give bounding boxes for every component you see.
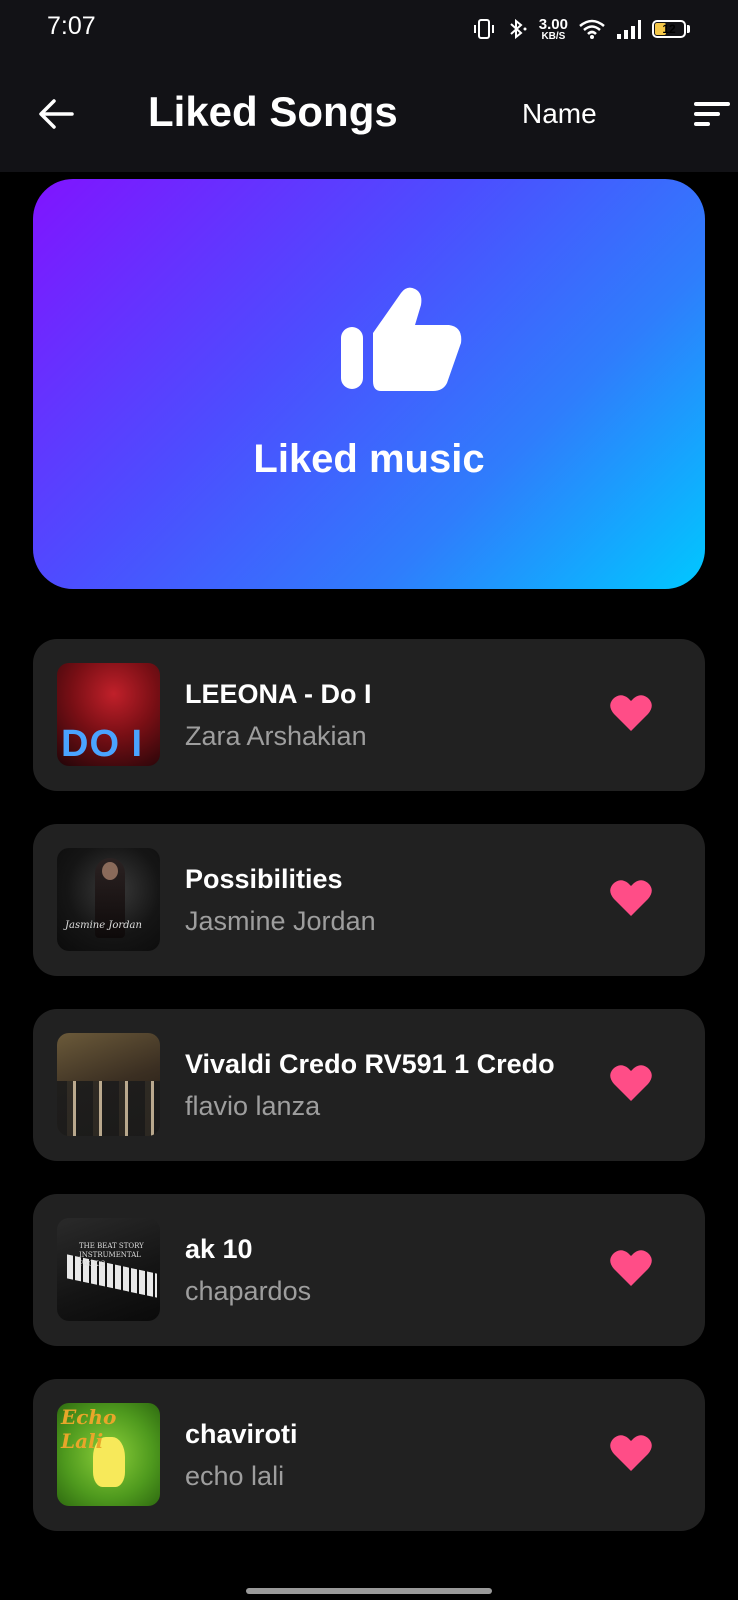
back-button[interactable] <box>36 94 76 134</box>
network-speed-value: 3.00 <box>538 15 568 33</box>
song-item[interactable]: THE BEAT STORY INSTRUMENTAL PACK 3 ak 10… <box>33 1194 705 1346</box>
arrow-left-icon <box>39 99 74 129</box>
album-cover: DO I <box>57 663 160 766</box>
heart-icon[interactable] <box>609 878 653 918</box>
vibrate-icon <box>473 17 495 41</box>
heart-icon[interactable] <box>609 1063 653 1103</box>
heart-icon[interactable] <box>609 1248 653 1288</box>
song-title: ak 10 <box>185 1234 253 1264</box>
album-cover: THE BEAT STORY INSTRUMENTAL PACK 3 <box>57 1218 160 1321</box>
network-speed-unit: KB/S <box>541 30 566 42</box>
song-artist: flavio lanza <box>185 1091 321 1121</box>
status-time: 7:07 <box>47 12 96 40</box>
heart-icon[interactable] <box>609 693 653 733</box>
bluetooth-icon <box>505 17 529 41</box>
status-bar: 7:07 3.00 KB/S 12 <box>0 0 738 58</box>
sort-lines-icon <box>694 102 730 126</box>
heart-icon[interactable] <box>609 1433 653 1473</box>
network-speed: 3.00 KB/S <box>539 17 568 42</box>
cover-text: THE BEAT STORY INSTRUMENTAL PACK 3 <box>79 1242 144 1269</box>
album-cover <box>57 1033 160 1136</box>
song-title: Vivaldi Credo RV591 1 Credo <box>185 1049 555 1079</box>
song-artist: echo lali <box>185 1461 285 1491</box>
page-title: Liked Songs <box>148 88 398 135</box>
album-cover: Echo Lali <box>57 1403 160 1506</box>
song-artist: Jasmine Jordan <box>185 906 376 936</box>
song-artist: Zara Arshakian <box>185 721 367 751</box>
cover-text: Jasmine Jordan <box>65 920 142 931</box>
liked-music-banner: Liked music <box>33 179 705 589</box>
song-title: LEEONA - Do I <box>185 679 372 709</box>
sort-button[interactable] <box>692 100 732 130</box>
song-title: chaviroti <box>185 1419 298 1449</box>
signal-icon <box>616 18 642 40</box>
battery-icon: 12 <box>652 20 690 38</box>
song-item[interactable]: Echo Lali chaviroti echo lali <box>33 1379 705 1531</box>
home-indicator[interactable] <box>246 1588 492 1594</box>
cover-text: DO I <box>61 723 144 765</box>
app-bar: Liked Songs Name <box>0 58 738 172</box>
album-cover: Jasmine Jordan <box>57 848 160 951</box>
thumbs-up-icon <box>341 287 462 391</box>
song-item[interactable]: DO I LEEONA - Do I Zara Arshakian <box>33 639 705 791</box>
wifi-icon <box>578 18 606 40</box>
battery-level: 12 <box>662 22 676 36</box>
song-list: DO I LEEONA - Do I Zara Arshakian Jasmin… <box>33 639 705 1564</box>
song-item[interactable]: Jasmine Jordan Possibilities Jasmine Jor… <box>33 824 705 976</box>
cover-text: Echo Lali <box>61 1405 117 1453</box>
sort-by-button[interactable]: Name <box>522 98 597 130</box>
song-item[interactable]: Vivaldi Credo RV591 1 Credo flavio lanza <box>33 1009 705 1161</box>
liked-music-label: Liked music <box>253 437 485 481</box>
song-title: Possibilities <box>185 864 343 894</box>
song-artist: chapardos <box>185 1276 312 1306</box>
status-icons: 3.00 KB/S 12 <box>473 14 690 44</box>
